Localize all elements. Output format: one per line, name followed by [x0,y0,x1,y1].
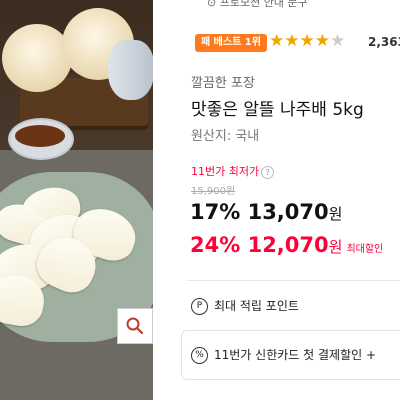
percent-circle-icon: % [191,347,208,364]
card-benefit[interactable]: % 11번가 신한카드 첫 결제할인 + [191,346,376,364]
currency-unit: 원 [328,205,343,223]
discount-percent: 17% [190,200,241,224]
product-title: 맛좋은 알뜰 나주배 5kg [191,100,364,120]
origin-row: 원산지: 국내 [191,125,259,144]
sale-price: 13,070 [247,200,329,224]
teapot [108,40,153,100]
points-benefit[interactable]: P 최대 적립 포인트 [191,297,299,315]
star-icon: ★ [314,31,330,51]
product-image[interactable] [0,0,153,400]
max-discount-tag[interactable]: 최대할인 [346,244,383,255]
promo-strip: ⊙ 프로모션 안내 문구 [207,0,308,9]
original-price: 15,900원 [191,186,236,197]
star-icon: ★ [330,31,346,51]
magnifier-icon [126,317,144,335]
points-label: 최대 적립 포인트 [214,299,299,313]
best-badge: 패 베스트 1위 [195,34,267,52]
lowest-price-text: 11번가 최저가 [191,165,260,178]
max-discount-percent: 24% [190,233,241,257]
origin-label: 원산지: [191,129,232,144]
product-subtitle: 깔끔한 포장 [191,76,255,91]
max-discount-price: 12,070 [247,233,329,257]
tea [15,125,65,147]
star-icon: ★ [299,31,315,51]
rating-stars[interactable]: ★★★★★ [269,31,345,51]
review-count[interactable]: 2,363 [368,35,400,49]
card-benefit-label: 11번가 신한카드 첫 결제할인 + [214,348,377,362]
help-icon[interactable]: ? [261,165,275,179]
origin-value: 국내 [235,129,260,144]
product-info-panel: ⊙ 프로모션 안내 문구 패 베스트 1위 ★★★★★ 2,363 깔끔한 포장… [181,0,400,400]
pear-half [2,24,72,92]
zoom-button[interactable] [117,308,153,344]
divider [187,280,400,281]
star-icon: ★ [284,31,300,51]
max-discount-price-row: 24% 12,070원 최대할인 [190,233,383,257]
sale-price-row: 17% 13,070원 [190,200,342,224]
star-icon: ★ [269,31,285,51]
currency-unit: 원 [328,238,343,256]
lowest-price-label: 11번가 최저가? [191,163,275,179]
p-coin-icon: P [191,298,208,315]
